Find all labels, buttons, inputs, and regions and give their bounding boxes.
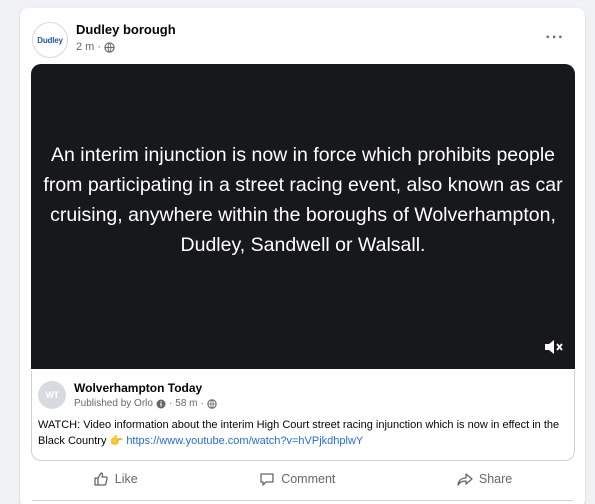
pointing-hand-icon: 👉 [109,435,124,447]
like-label: Like [114,472,138,486]
thumbs-up-icon [94,472,108,486]
shared-separator-2: · [200,398,204,409]
video-player[interactable]: An interim injunction is now in force wh… [31,64,575,369]
globe-icon [207,398,217,409]
share-icon [457,473,473,486]
shared-avatar-text: WT [45,390,60,400]
avatar-logo-text: Dudley [37,35,63,45]
shared-body: WATCH: Video information about the inter… [38,417,568,449]
globe-icon [104,41,115,53]
shared-avatar[interactable]: WT [38,381,66,409]
mute-button[interactable] [541,337,565,357]
shared-separator: · [168,398,173,409]
like-button[interactable]: Like [77,466,154,492]
share-label: Share [478,472,513,486]
shared-meta: Published by Orlo · 58 m · [74,398,217,409]
share-button[interactable]: Share [441,466,528,492]
post-author[interactable]: Dudley borough [76,22,176,37]
info-icon [156,399,166,408]
actions-divider [32,500,573,501]
shared-author[interactable]: Wolverhampton Today [74,381,202,395]
mute-icon [545,340,563,354]
more-options-button[interactable]: ··· [541,26,569,50]
comment-button[interactable]: Comment [243,466,351,492]
meta-separator: · [97,41,102,53]
post-meta: 2 m · [76,41,115,53]
post-actions: Like Comment Share [32,464,573,494]
shared-post[interactable]: WT Wolverhampton Today Published by Orlo… [31,371,575,461]
video-caption: An interim injunction is now in force wh… [43,144,563,256]
more-options-icon: ··· [545,29,565,46]
comment-label: Comment [281,472,336,486]
post-card: Dudley Dudley borough 2 m · ··· An inter… [20,8,585,504]
published-by: Published by Orlo [74,398,153,409]
youtube-link[interactable]: https://www.youtube.com/watch?v=hVPjkdhp… [126,435,363,447]
post-header: Dudley Dudley borough 2 m · ··· [32,20,573,60]
page-avatar[interactable]: Dudley [32,22,68,58]
shared-time[interactable]: 58 m [175,398,197,409]
comment-icon [260,473,274,486]
post-time[interactable]: 2 m [76,41,94,53]
